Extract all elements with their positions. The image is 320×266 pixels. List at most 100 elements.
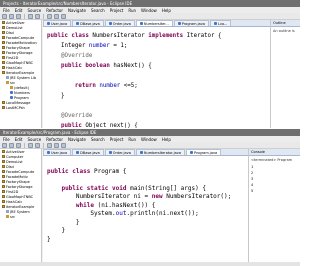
- project-icon: [2, 185, 5, 188]
- code-editor[interactable]: User.java DBase.java Order.java NumbersIter…: [43, 20, 270, 128]
- project-icon: [2, 41, 5, 44]
- editor-tab-label: NumbersIter...: [143, 21, 169, 26]
- menu-source[interactable]: Source: [27, 8, 41, 13]
- forward-icon[interactable]: [61, 142, 66, 148]
- save-icon[interactable]: [9, 13, 14, 19]
- editor-tab-label: DBase.java: [80, 21, 100, 26]
- tree-item[interactable]: LostMCPsh: [0, 105, 41, 110]
- tree-item-label: DIsd: [6, 30, 14, 35]
- menu-file[interactable]: File: [3, 8, 10, 13]
- tree-item-label: FacadeCompute: [6, 35, 35, 40]
- menu-window[interactable]: Window: [141, 137, 157, 142]
- menu-navigate[interactable]: Navigate: [68, 8, 86, 13]
- tree-item-label: Numbers: [14, 90, 30, 95]
- console-tab[interactable]: Console: [249, 149, 300, 156]
- code-area[interactable]: public class Program { public static voi…: [43, 157, 248, 266]
- editor-tab[interactable]: DBase.java: [72, 20, 104, 26]
- editor-tab[interactable]: Order.java: [104, 149, 135, 155]
- editor-tab[interactable]: Lvo...: [209, 20, 232, 26]
- tree-item-label: src: [10, 214, 16, 219]
- editor-tab-label: Order.java: [112, 21, 131, 26]
- editor-tab[interactable]: User.java: [43, 149, 72, 155]
- tree-item-label: FactoryShape: [6, 45, 30, 50]
- print-icon[interactable]: [16, 13, 21, 19]
- window-title: IteratorExample/src/Program.java - Eclip…: [3, 130, 97, 135]
- tree-item[interactable]: FacadeMotivation: [0, 40, 41, 45]
- editor-tab[interactable]: DBase.java: [72, 149, 104, 155]
- editor-tabs: User.java DBase.java Order.java NumbersIter…: [43, 20, 270, 27]
- project-icon: [2, 175, 5, 178]
- search-icon[interactable]: [47, 13, 52, 19]
- window-title-bar[interactable]: Projects - IteratorExample/src/NumbersIt…: [0, 0, 300, 7]
- project-icon: [2, 31, 5, 34]
- tree-item[interactable]: src: [0, 214, 41, 219]
- tree-item-label: GlooMaphTNBC: [6, 60, 34, 65]
- menu-help[interactable]: Help: [162, 137, 171, 142]
- search-icon[interactable]: [47, 142, 52, 148]
- code-token: return: [74, 83, 100, 89]
- code-line: NumbersIterator ni = new NumbersIterator…: [47, 193, 248, 202]
- editor-tab[interactable]: NumbersIter...: [135, 20, 173, 26]
- window-title-bar[interactable]: IteratorExample/src/Program.java - Eclip…: [0, 129, 300, 136]
- menu-search[interactable]: Search: [91, 137, 105, 142]
- editor-tab[interactable]: User.java: [43, 20, 72, 26]
- back-icon[interactable]: [54, 13, 59, 19]
- new-icon[interactable]: [2, 13, 7, 19]
- code-line: while (ni.hasNext()) {: [47, 202, 248, 211]
- code-token: @Override: [47, 53, 93, 59]
- debug-icon[interactable]: [28, 13, 33, 19]
- menu-project[interactable]: Project: [110, 8, 124, 13]
- outline-tab[interactable]: Outline: [271, 20, 300, 27]
- menu-window[interactable]: Window: [141, 8, 157, 13]
- menu-file[interactable]: File: [3, 137, 10, 142]
- package-explorer[interactable]: ActiveUser DemoList DIsd FacadeCompute Facad…: [0, 20, 42, 128]
- print-icon[interactable]: [16, 142, 21, 148]
- menu-refactor[interactable]: Refactor: [46, 137, 63, 142]
- editor-tab[interactable]: Program.java: [173, 20, 209, 26]
- menu-run[interactable]: Run: [128, 8, 136, 13]
- run-icon[interactable]: [35, 13, 40, 19]
- status-bar: [0, 262, 300, 266]
- debug-icon[interactable]: [28, 142, 33, 148]
- menu-run[interactable]: Run: [128, 137, 136, 142]
- menu-project[interactable]: Project: [110, 137, 124, 142]
- tree-item-label: LostMCPsh: [6, 105, 25, 110]
- menu-navigate[interactable]: Navigate: [68, 137, 86, 142]
- code-token: Object next() {: [85, 123, 138, 128]
- run-icon[interactable]: [35, 142, 40, 148]
- project-icon: [2, 170, 5, 173]
- forward-icon[interactable]: [61, 13, 66, 19]
- menu-source[interactable]: Source: [27, 137, 41, 142]
- tree-item-label: DIsd: [6, 164, 14, 169]
- code-area[interactable]: public class NumbersIterator implements …: [43, 28, 270, 128]
- code-token: public static void: [61, 184, 131, 192]
- menu-help[interactable]: Help: [162, 8, 171, 13]
- editor-tab[interactable]: Order.java: [104, 20, 135, 26]
- code-editor[interactable]: User.java DBase.java Order.java NumbersIter…: [43, 149, 248, 266]
- code-token: Program {: [93, 167, 127, 175]
- editor-tab[interactable]: Program.java: [185, 149, 222, 155]
- console-line: 5: [251, 189, 254, 193]
- tree-item-label: Program: [14, 95, 29, 100]
- editor-tab[interactable]: NumbersIterator.java: [135, 149, 185, 155]
- project-icon: [2, 51, 5, 54]
- back-icon[interactable]: [54, 142, 59, 148]
- java-file-icon: [76, 22, 80, 25]
- code-line: public Object next() {: [47, 121, 270, 128]
- menu-edit[interactable]: Edit: [15, 137, 23, 142]
- new-icon[interactable]: [2, 142, 7, 148]
- tree-item-label: FactoryStorage: [6, 184, 33, 189]
- code-token: while: [75, 201, 98, 209]
- save-icon[interactable]: [9, 142, 14, 148]
- package-explorer[interactable]: ActiveUser Computer DemoList DIsd FacadeComp…: [0, 149, 42, 266]
- editor-tab-label: Program.java: [193, 150, 218, 155]
- menu-search[interactable]: Search: [91, 8, 105, 13]
- menu-edit[interactable]: Edit: [15, 8, 23, 13]
- code-token: }: [47, 218, 80, 226]
- tree-item-label: FactoryShape: [6, 179, 30, 184]
- menu-refactor[interactable]: Refactor: [46, 8, 63, 13]
- project-icon: [2, 165, 5, 168]
- code-token: Iterator {: [186, 33, 222, 39]
